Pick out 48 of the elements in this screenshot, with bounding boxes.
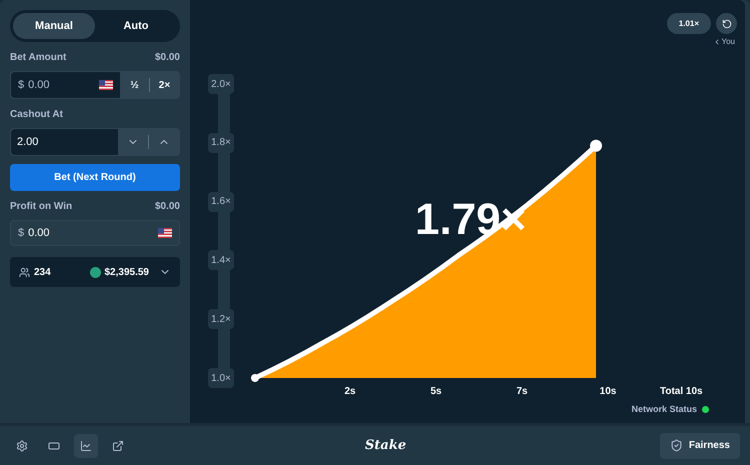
y-axis-label: 1.8× (208, 132, 234, 153)
y-axis-label: 2.0× (208, 74, 234, 94)
currency-symbol: $ (18, 226, 24, 241)
half-button[interactable]: ½ (120, 72, 149, 98)
y-axis-label: 1.0× (208, 368, 234, 388)
amount-text: $0.00 (154, 51, 180, 65)
bet-amount-field[interactable]: $ 0.00 ½ 2× (10, 71, 180, 99)
y-axis-label: 1.4× (208, 250, 234, 270)
profit-field[interactable]: $ 0.00 (10, 220, 180, 246)
rectangle-icon (48, 440, 60, 452)
external-link-icon (112, 440, 124, 452)
x-axis-label: 7s (515, 385, 529, 399)
total-bet-amount: $2,395.59 (104, 266, 149, 280)
history-button[interactable] (716, 13, 737, 34)
users-icon (19, 266, 30, 278)
bet-button[interactable]: Bet (Next Round) (10, 164, 180, 191)
total-duration: Total 10s (660, 385, 703, 399)
amount-value: 0.00 (28, 78, 51, 93)
double-button[interactable]: 2× (150, 72, 179, 98)
settings-icon (16, 440, 28, 452)
currency-symbol: $ (18, 78, 24, 93)
amount-text: $0.00 (154, 200, 180, 214)
us-flag-icon (99, 80, 113, 90)
mode-tab[interactable]: Manual (13, 13, 95, 39)
you-label: You (722, 36, 735, 48)
fairness-button[interactable]: Fairness (660, 432, 740, 458)
players-bar[interactable]: 234 $2,395.59 (10, 257, 180, 287)
x-axis-label: 5s (429, 385, 443, 399)
mode-tab[interactable]: Auto (95, 13, 177, 39)
us-flag-icon (158, 228, 172, 238)
player-count: 234 (34, 266, 52, 280)
last-multiplier-pill[interactable]: 1.01× (666, 13, 711, 34)
field-label: Bet Amount (10, 51, 66, 65)
rotate-icon (722, 18, 732, 28)
field-label: Profit on Win (10, 200, 72, 214)
toolbar-button[interactable] (74, 434, 98, 458)
x-axis-label: 2s (343, 385, 357, 399)
shield-check-icon (670, 439, 683, 452)
stake-logo: Stake (365, 436, 406, 455)
tether-icon (90, 266, 100, 278)
field-label: Cashout At (10, 108, 64, 122)
y-axis-label: 1.2× (208, 309, 234, 330)
profit-value: 0.00 (28, 226, 51, 241)
chart-line-icon (80, 440, 92, 452)
network-status-label: Network Status (631, 403, 697, 416)
cashout-value: 2.00 (17, 134, 38, 150)
x-axis-label: 10s (598, 385, 618, 399)
y-axis-label: 1.6× (208, 192, 234, 212)
